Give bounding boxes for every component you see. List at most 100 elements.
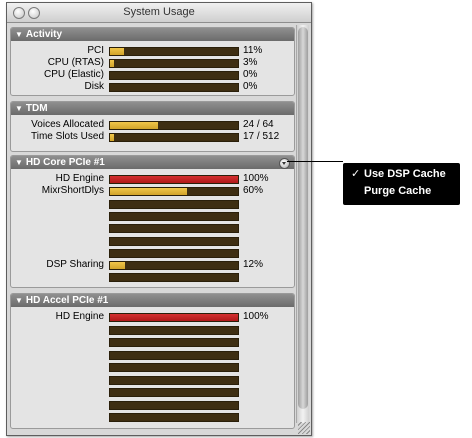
window-title: System Usage [123, 6, 195, 18]
usage-meter-fill [110, 134, 115, 141]
resize-grip-icon[interactable] [298, 422, 310, 434]
tdm-header[interactable]: ▼ TDM [11, 102, 294, 115]
usage-meter-fill [110, 188, 187, 196]
meter-value: 11% [243, 45, 263, 56]
menu-item-label: Use DSP Cache [364, 168, 446, 180]
usage-meter [109, 400, 239, 410]
usage-meter [109, 211, 239, 221]
meter-value: 0% [243, 69, 258, 80]
meter-row: HD Engine 100% [11, 311, 294, 322]
meter-row: Voices Allocated 24 / 64 [11, 119, 294, 130]
meter-label: CPU (RTAS) [47, 57, 104, 68]
activity-header[interactable]: ▼ Activity [11, 28, 294, 41]
disclosure-triangle-icon[interactable]: ▼ [15, 102, 23, 115]
hd-accel-header[interactable]: ▼ HD Accel PCIe #1 [11, 294, 294, 307]
usage-meter [109, 236, 239, 246]
usage-meter [109, 375, 239, 385]
meter-row [11, 386, 294, 397]
tdm-section: ▼ TDM Voices Allocated 24 / 64 Time Slots U… [10, 101, 295, 152]
usage-meter-fill [110, 48, 125, 55]
options-popup-menu: ✓ Use DSP Cache Purge Cache [343, 163, 460, 205]
activity-title: Activity [25, 29, 63, 40]
callout-line [287, 161, 343, 162]
meter-value: 17 / 512 [243, 131, 280, 142]
meter-row [11, 198, 294, 209]
vertical-scrollbar[interactable] [296, 25, 309, 423]
usage-meter [109, 350, 239, 360]
usage-meter [109, 413, 239, 422]
usage-meter-fill [110, 60, 114, 67]
usage-meter-fill [110, 176, 238, 183]
meter-label: Time Slots Used [31, 131, 104, 142]
meter-value: 60% [243, 185, 264, 197]
meter-value: 100% [243, 311, 269, 322]
disclosure-triangle-icon[interactable]: ▼ [15, 294, 23, 307]
usage-meter [109, 199, 239, 209]
meter-label: Disk [84, 81, 104, 92]
usage-meter [109, 224, 239, 234]
meter-row: PCI 11% [11, 45, 294, 56]
meter-row [11, 235, 294, 246]
usage-meter-fill [110, 262, 126, 270]
meter-row [11, 399, 294, 410]
meter-label: CPU (Elastic) [43, 69, 104, 80]
meter-row: CPU (RTAS) 3% [11, 57, 294, 68]
meter-row: Time Slots Used 17 / 512 [11, 131, 294, 142]
tdm-title: TDM [25, 103, 48, 114]
meter-row [11, 411, 294, 422]
meter-row [11, 271, 294, 283]
hd-accel-title: HD Accel PCIe #1 [25, 295, 109, 306]
checkmark-icon: ✓ [351, 168, 361, 180]
meter-row [11, 349, 294, 360]
usage-meter [109, 313, 239, 322]
meter-label: Voices Allocated [31, 119, 104, 130]
options-menu-button[interactable] [279, 158, 290, 169]
menu-item-use-dsp-cache[interactable]: ✓ Use DSP Cache [351, 167, 446, 181]
usage-meter [109, 175, 239, 184]
meter-row [11, 222, 294, 234]
usage-meter [109, 187, 239, 197]
usage-meter [109, 59, 239, 68]
title-bar[interactable]: System Usage [7, 3, 311, 23]
hd-core-section: ▼ HD Core PCIe #1 HD Engine 100% MixrShortD… [10, 155, 295, 288]
usage-meter [109, 325, 239, 335]
disclosure-triangle-icon[interactable]: ▼ [15, 28, 23, 41]
meter-label: DSP Sharing [46, 259, 104, 271]
activity-section: ▼ Activity PCI 11% CPU (RTAS) 3% CPU (Elastic… [10, 27, 295, 96]
menu-item-label: Purge Cache [364, 185, 432, 197]
meter-label: HD Engine [55, 173, 104, 184]
usage-meter [109, 273, 239, 283]
disclosure-triangle-icon[interactable]: ▼ [15, 156, 23, 169]
meter-row: HD Engine 100% [11, 173, 294, 184]
meter-row: CPU (Elastic) 0% [11, 69, 294, 80]
system-usage-window: System Usage ▼ Activity PCI 11% CPU (RTAS) 3… [6, 2, 312, 436]
hd-accel-section: ▼ HD Accel PCIe #1 HD Engine 100% [10, 293, 295, 429]
usage-meter-fill [110, 314, 238, 321]
usage-meter [109, 47, 239, 56]
usage-meter-fill [110, 122, 158, 129]
usage-meter [109, 121, 239, 130]
meter-value: 100% [243, 173, 269, 184]
meter-value: 0% [243, 81, 258, 92]
meter-row [11, 374, 294, 385]
meter-row: DSP Sharing 12% [11, 259, 294, 271]
usage-meter [109, 248, 239, 258]
meter-label: PCI [87, 45, 104, 56]
menu-item-purge-cache[interactable]: Purge Cache [351, 184, 431, 198]
meter-label: HD Engine [55, 311, 104, 322]
meter-value: 12% [243, 259, 264, 271]
meter-row: MixrShortDlys 60% [11, 185, 294, 197]
meter-row [11, 324, 294, 335]
meter-row [11, 361, 294, 372]
usage-meter [109, 388, 239, 397]
meter-label: MixrShortDlys [41, 185, 104, 197]
scrollbar-thumb[interactable] [298, 27, 308, 409]
meter-value: 24 / 64 [243, 119, 274, 130]
hd-core-header[interactable]: ▼ HD Core PCIe #1 [11, 156, 294, 169]
meter-row [11, 247, 294, 258]
usage-meter [109, 133, 239, 142]
meter-value: 3% [243, 57, 258, 68]
usage-meter [109, 83, 239, 92]
usage-meter [109, 363, 239, 372]
usage-meter [109, 71, 239, 80]
